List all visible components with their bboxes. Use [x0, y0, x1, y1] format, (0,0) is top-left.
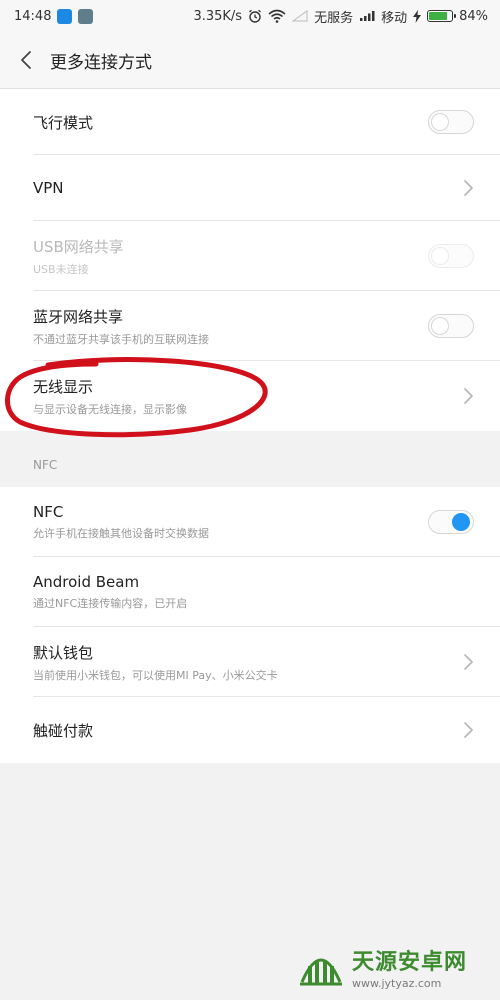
chevron-right-icon — [464, 388, 473, 404]
bluetooth-tethering-toggle[interactable] — [428, 314, 474, 338]
page-title: 更多连接方式 — [50, 52, 152, 73]
toggle-knob — [452, 513, 470, 531]
wifi-icon — [268, 9, 286, 23]
nfc-section: NFC 允许手机在接触其他设备时交换数据 Android Beam 通过NFC连… — [0, 487, 500, 763]
no-service-label: 无服务 — [314, 10, 354, 26]
bluetooth-tethering-row[interactable]: 蓝牙网络共享 不通过蓝牙共享该手机的互联网连接 — [0, 291, 500, 361]
wireless-display-row[interactable]: 无线显示 与显示设备无线连接，显示影像 — [0, 361, 500, 431]
vpn-row[interactable]: VPN — [0, 155, 500, 221]
connections-section: 飞行模式 VPN USB网络共享 USB未连接 蓝牙网络共享 不通过蓝牙共享该手… — [0, 89, 500, 431]
android-beam-row[interactable]: Android Beam 通过NFC连接传输内容，已开启 — [0, 557, 500, 627]
toggle-knob — [431, 113, 449, 131]
android-logo-icon — [300, 958, 342, 986]
charging-icon — [413, 9, 422, 23]
network-speed: 3.35K/s — [193, 8, 243, 24]
chevron-right-icon — [464, 654, 473, 670]
chevron-right-icon — [464, 722, 473, 738]
nfc-toggle[interactable] — [428, 510, 474, 534]
row-title: 无线显示 — [33, 377, 94, 396]
usb-tethering-row[interactable]: USB网络共享 USB未连接 — [0, 221, 500, 291]
battery-icon — [427, 10, 457, 22]
toggle-knob — [431, 247, 449, 265]
chevron-right-icon — [464, 180, 473, 196]
airplane-mode-row[interactable]: 飞行模式 — [0, 89, 500, 155]
back-button[interactable] — [6, 32, 46, 88]
nfc-row[interactable]: NFC 允许手机在接触其他设备时交换数据 — [0, 487, 500, 557]
watermark-url: www.jytyaz.com — [352, 977, 442, 990]
row-title: Android Beam — [33, 573, 140, 591]
battery-percent: 84% — [459, 8, 488, 24]
row-subtitle: 与显示设备无线连接，显示影像 — [33, 402, 187, 416]
watermark: 天源安卓网 www.jytyaz.com — [296, 944, 467, 990]
row-subtitle: 当前使用小米钱包，可以使用MI Pay、小米公交卡 — [33, 668, 278, 682]
signal-icon — [360, 11, 375, 21]
notification-message-icon — [78, 8, 94, 24]
back-arrow-icon — [21, 51, 31, 69]
row-title: 默认钱包 — [33, 643, 94, 662]
tap-to-pay-row[interactable]: 触碰付款 — [0, 697, 500, 763]
top-app-bar: 更多连接方式 — [0, 32, 500, 89]
alarm-icon — [249, 9, 261, 23]
status-bar: 14:48 3.35K/s 无服务 移动 84% — [0, 0, 500, 32]
airplane-mode-toggle[interactable] — [428, 110, 474, 134]
nfc-group-header: NFC — [0, 439, 500, 491]
toggle-knob — [431, 317, 449, 335]
row-subtitle: 通过NFC连接传输内容，已开启 — [33, 597, 188, 610]
carrier-label: 移动 — [381, 10, 408, 26]
row-title: 触碰付款 — [33, 721, 94, 740]
status-time: 14:48 — [14, 8, 52, 24]
default-wallet-row[interactable]: 默认钱包 当前使用小米钱包，可以使用MI Pay、小米公交卡 — [0, 627, 500, 697]
usb-tethering-toggle[interactable] — [428, 244, 474, 268]
signal-empty-icon — [292, 10, 308, 22]
notification-app-icon — [57, 8, 73, 24]
watermark-title: 天源安卓网 — [352, 950, 468, 975]
row-title: VPN — [33, 179, 64, 197]
